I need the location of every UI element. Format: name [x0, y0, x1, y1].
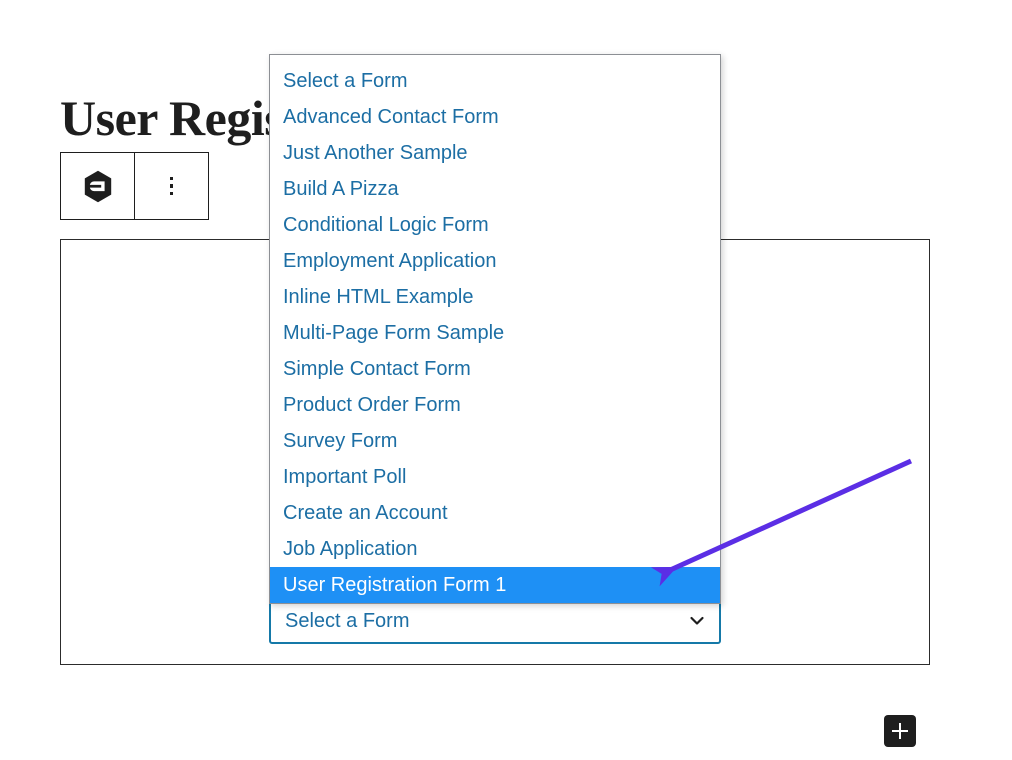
dropdown-option[interactable]: Create an Account	[270, 495, 720, 531]
dropdown-option[interactable]: Inline HTML Example	[270, 279, 720, 315]
dropdown-option[interactable]: Multi-Page Form Sample	[270, 315, 720, 351]
dropdown-option[interactable]: Simple Contact Form	[270, 351, 720, 387]
dropdown-option[interactable]: Conditional Logic Form	[270, 207, 720, 243]
chevron-down-icon	[687, 611, 707, 631]
block-options-button[interactable]	[135, 153, 208, 219]
block-inserter-button[interactable]	[884, 715, 916, 747]
form-select-dropdown[interactable]: Select a Form Advanced Contact Form Just…	[269, 54, 721, 604]
dropdown-option[interactable]: Advanced Contact Form	[270, 99, 720, 135]
vertical-ellipsis-icon	[169, 174, 174, 198]
dropdown-option[interactable]: Select a Form	[270, 63, 720, 99]
form-select-control[interactable]: Select a Form	[269, 598, 721, 644]
block-toolbar	[60, 152, 209, 220]
dropdown-option[interactable]: Important Poll	[270, 459, 720, 495]
dropdown-option[interactable]: Product Order Form	[270, 387, 720, 423]
gravity-forms-logo-icon	[83, 170, 113, 203]
form-select-value: Select a Form	[285, 611, 410, 631]
dropdown-option[interactable]: Survey Form	[270, 423, 720, 459]
plus-icon	[892, 723, 908, 739]
dropdown-option[interactable]: Build A Pizza	[270, 171, 720, 207]
dropdown-option-selected[interactable]: User Registration Form 1	[270, 567, 720, 603]
gravity-forms-block-button[interactable]	[61, 153, 134, 219]
dropdown-option[interactable]: Employment Application	[270, 243, 720, 279]
dropdown-option[interactable]: Job Application	[270, 531, 720, 567]
dropdown-option[interactable]: Just Another Sample	[270, 135, 720, 171]
